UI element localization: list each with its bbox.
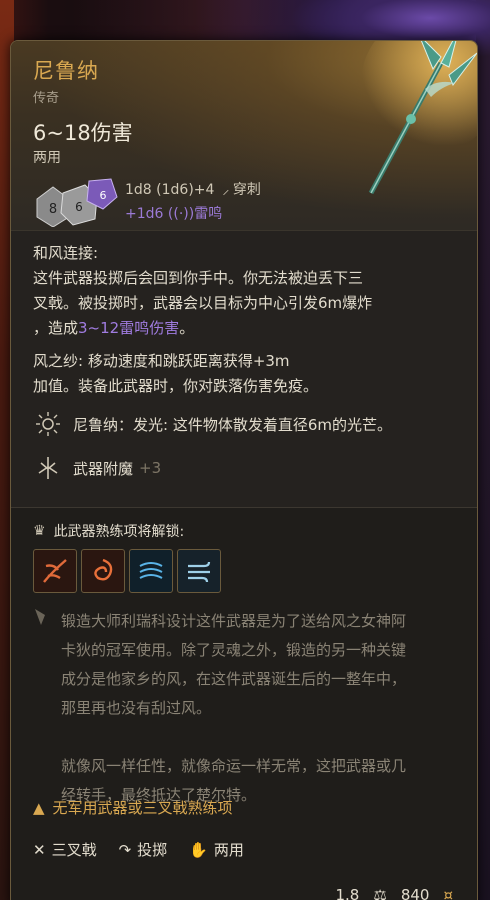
enchantment-label: 武器附魔 [73,459,134,478]
skill-lightning-icon[interactable] [129,549,173,593]
lore-spacer [61,723,471,752]
piercing-icon: ⸝ [222,182,230,198]
proficiency-unlock-label: 此武器熟练项将解锁: [53,524,185,540]
light-ability[interactable]: 尼鲁纳：发光: 这件物体散发着直径6m的光芒。 [33,409,392,439]
thunder-icon: ((·)) [167,206,195,222]
enchantment-icon [33,453,63,483]
thunder-damage-text: 3~12雷鸣伤害 [78,319,180,337]
ability-text-line: 这件武器投掷后会回到你手中。你无法被迫丢下三 [33,269,364,287]
lore-text: 锻造大师利瑞科设计这件武器是为了送给风之女神阿 卡狄的冠军使用。除了灵魂之外，锻… [61,607,471,810]
trident-icon [361,41,477,195]
enchantment-value: +3 [139,459,162,477]
skill-wind-icon[interactable] [177,549,221,593]
lore-line: 那里再也没有刮过风。 [61,699,212,717]
lore-line: 锻造大师利瑞科设计这件武器是为了送给风之女神阿 [61,612,407,630]
item-tooltip: 尼鲁纳 传奇 6~18伤害 两用 8 6 6 1d8 (1d6)+4 ⸝ 穿刺 +… [10,40,478,900]
roll-main-type: 穿刺 [232,182,261,198]
ability-text-fragment: 。 [179,319,195,337]
quill-icon [33,607,49,631]
weapon-actions-list [33,549,221,593]
gold-icon: ¤ [443,886,453,900]
weight-icon: ⚖ [373,886,387,900]
weapon-properties: ✕ 三叉戟 ↷ 投掷 ✋ 两用 [33,839,244,860]
lore-line: 成分是他家乡的风，在这件武器诞生后的一整年中， [61,670,407,688]
item-rarity: 传奇 [33,91,60,106]
ability-text-line: ，造成3~12雷鸣伤害。 [33,316,463,341]
warning-text: 无军用武器或三叉戟熟练项 [52,799,233,817]
proficiency-unlock-heading: ♛ 此武器熟练项将解锁: [33,521,184,541]
skill-fire-swirl-icon[interactable] [81,549,125,593]
crossed-weapons-icon: ✕ [33,840,46,859]
weapon-enchantment: 武器附魔 +3 [33,453,161,483]
lore-line: 就像风一样任性，就像命运一样无常，这把武器或几 [61,757,407,775]
dice-icon: 8 6 6 [36,178,118,227]
damage-roll-main: 1d8 (1d6)+4 ⸝ 穿刺 [125,179,261,199]
warning-icon: ▲ [33,798,45,817]
property-versatile[interactable]: ✋ 两用 [189,839,244,860]
property-label: 三叉戟 [51,841,97,859]
damage-roll-extra: +1d6 ((·))雷鸣 [125,203,222,223]
tooltip-header: 尼鲁纳 传奇 6~18伤害 两用 8 6 6 1d8 (1d6)+4 ⸝ 穿刺 +… [11,41,477,231]
item-handedness: 两用 [33,150,61,166]
item-damage: 6~18伤害 [33,121,133,145]
property-label: 投掷 [137,841,168,859]
ability-wind-veil: 风之纱: 移动速度和跳跃距离获得+3m 加值。装备此武器时，你对跌落伤害免疫。 [33,349,463,399]
property-trident[interactable]: ✕ 三叉戟 [33,839,97,860]
thrown-icon: ↷ [118,840,132,859]
ability-text-line: 风之纱: 移动速度和跳跃距离获得+3m [33,352,290,370]
svg-text:6: 6 [100,189,107,202]
background-right-panel [476,0,490,900]
svg-text:8: 8 [49,202,57,217]
property-thrown[interactable]: ↷ 投掷 [119,839,168,860]
light-icon [33,409,63,439]
skill-fire-slash-icon[interactable] [33,549,77,593]
ability-text-line: 加值。装备此武器时，你对跌落伤害免疫。 [33,377,319,395]
lock-icon: ♛ [33,523,46,539]
weight-value: 1.8 [335,886,360,900]
light-ability-label: 尼鲁纳：发光: 这件物体散发着直径6m的光芒。 [73,415,392,434]
item-name: 尼鲁纳 [33,59,99,83]
item-footer: 1.8 ⚖ 840 ¤ [336,886,454,900]
ability-title: 和风连接: [33,244,99,262]
svg-text:6: 6 [75,200,83,214]
ability-text-fragment: ，造成 [33,319,79,337]
ability-text-line: 叉戟。被投掷时，武器会以目标为中心引发6m爆炸 [33,294,373,312]
proficiency-warning: ▲ 无军用武器或三叉戟熟练项 [33,797,233,818]
roll-extra-value: +1d6 [125,206,164,222]
gold-value: 840 [400,886,430,900]
ability-tempest-link: 和风连接: 这件武器投掷后会回到你手中。你无法被迫丢下三 叉戟。被投掷时，武器会… [33,241,463,341]
roll-extra-type: 雷鸣 [194,206,223,222]
lore-line: 卡狄的冠军使用。除了灵魂之外，锻造的另一种关键 [61,641,407,659]
property-label: 两用 [213,841,244,859]
hand-icon: ✋ [189,840,208,859]
roll-main-value: 1d8 (1d6)+4 [125,182,215,198]
